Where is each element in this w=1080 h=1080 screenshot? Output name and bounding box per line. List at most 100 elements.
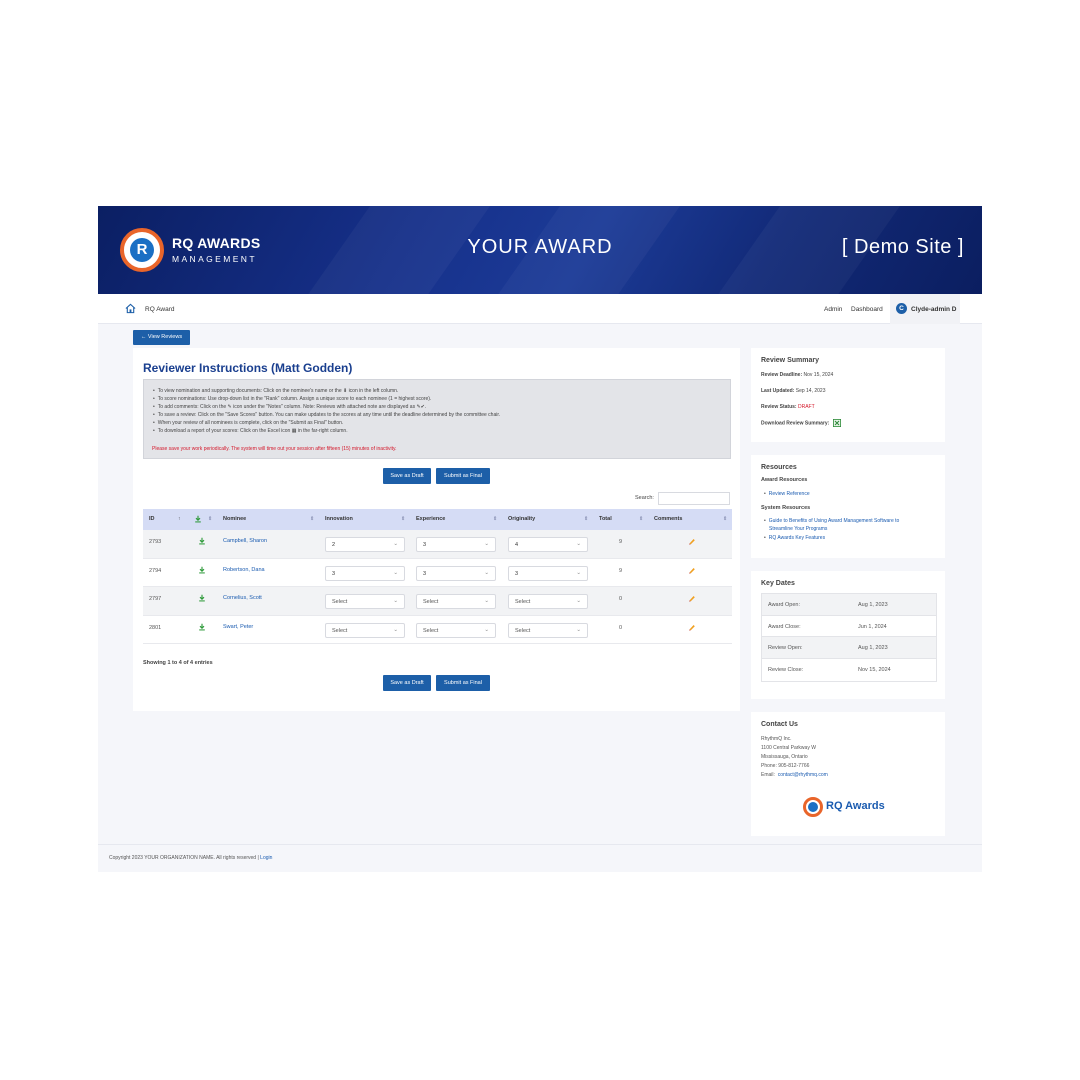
contact-phone: Phone: 905-812-7766 [761,763,810,769]
cell-total: 0 [619,596,623,602]
pencil-icon[interactable] [688,594,696,602]
nominee-link[interactable]: Cornelius, Scott [223,595,262,601]
nav-admin-link[interactable]: Admin [824,306,842,313]
download-icon [195,515,201,523]
column-header-innovation[interactable]: Innovation [325,516,353,522]
sort-icon[interactable]: ⇕ [208,516,212,522]
sort-icon[interactable]: ⇕ [401,516,405,522]
rq-logo-icon [803,797,823,817]
date-row: Review Close: Nov 15, 2024 [762,659,936,681]
column-header-total[interactable]: Total [599,516,612,522]
save-draft-button[interactable]: Save as Draft [383,675,431,691]
date-value: Nov 15, 2024 [858,667,891,674]
contact-company: RhythmQ Inc. [761,736,792,742]
app-window: R RQ AWARDS MANAGEMENT YOUR AWARD [ Demo… [98,206,982,872]
footer-copyright: Copyright 2023 YOUR ORGANIZATION NAME. A… [109,855,272,861]
originality-select[interactable]: Select ⌄ [508,622,588,638]
resources-card: Resources Award Resources Review Referen… [751,455,945,558]
experience-select[interactable]: 3 ⌄ [416,565,496,581]
save-draft-button[interactable]: Save as Draft [383,468,431,484]
instruction-item: To download a report of your scores: Cli… [153,427,500,435]
user-name: Clyde-admin D [911,306,957,313]
sort-icon[interactable]: ⇕ [584,516,588,522]
user-menu[interactable]: C Clyde-admin D [890,294,960,324]
contact-city: Mississauga, Ontario [761,754,808,760]
submit-final-button[interactable]: Submit as Final [436,468,490,484]
column-header-originality[interactable]: Originality [508,516,535,522]
search-label: Search: [635,495,654,501]
download-icon[interactable] [198,537,206,545]
key-features-link[interactable]: RQ Awards Key Features [764,535,825,541]
column-header-id[interactable]: ID [149,516,155,522]
reviews-table: ID ↑ ⇕ Nominee ⇕ Innovation ⇕ Experience… [143,509,732,644]
home-icon[interactable] [125,303,136,314]
review-status: Review Status: DRAFT [761,404,815,410]
download-icon[interactable] [198,623,206,631]
guide-benefits-link[interactable]: Guide to Benefits of Using Award Managem… [764,518,900,524]
sort-icon[interactable]: ⇕ [723,516,727,522]
instruction-item: To add comments: Click on the ✎ icon und… [153,403,500,411]
column-header-comments[interactable]: Comments [654,516,682,522]
pencil-icon[interactable] [688,623,696,631]
card-title: Contact Us [761,721,798,728]
review-reference-link[interactable]: Review Reference [764,491,810,497]
footer: Copyright 2023 YOUR ORGANIZATION NAME. A… [98,844,982,870]
download-label: Download Review Summary: [761,420,830,427]
table-info: Showing 1 to 4 of 4 entries [143,660,213,666]
date-label: Review Close: [768,667,804,674]
nominee-link[interactable]: Robertson, Dana [223,567,265,573]
column-header-experience[interactable]: Experience [416,516,445,522]
breadcrumb[interactable]: RQ Award [145,306,175,313]
innovation-select[interactable]: Select ⌄ [325,594,405,609]
avatar: C [896,303,907,314]
experience-select[interactable]: Select ⌄ [416,622,496,638]
select-placeholder: Select [423,599,439,605]
chevron-down-icon: ⌄ [393,569,398,576]
status-label: Review Status: [761,404,797,410]
sort-icon[interactable]: ⇕ [493,516,497,522]
chevron-down-icon: ⌄ [484,626,489,633]
instruction-item: To save a review: Click on the "Save Sco… [153,411,500,419]
column-header-nominee[interactable]: Nominee [223,516,246,522]
chevron-down-icon: ⌄ [484,541,489,547]
nominee-link[interactable]: Swart, Peter [223,624,253,630]
download-icon[interactable] [198,594,206,602]
nominee-link[interactable]: Campbell, Sharon [223,538,267,544]
guide-benefits-link-continued[interactable]: Streamline Your Programs [769,526,827,532]
innovation-select[interactable]: Select ⌄ [325,622,405,638]
experience-select[interactable]: 3 ⌄ [416,537,496,552]
table-row: 2801 Swart, Peter Select ⌄ Select ⌄ Select… [143,615,732,644]
search-input[interactable] [658,492,730,505]
date-value: Aug 1, 2023 [858,602,888,608]
contact-card: Contact Us RhythmQ Inc. 1100 Central Par… [751,712,945,836]
originality-select[interactable]: Select ⌄ [508,594,588,609]
date-label: Review Open: [768,645,803,652]
sort-icon[interactable]: ⇕ [639,516,643,522]
download-icon[interactable] [198,566,206,574]
nav-dashboard-link[interactable]: Dashboard [851,306,883,313]
card-title: Key Dates [761,580,795,587]
pencil-icon[interactable] [688,566,696,574]
chevron-down-icon: ⌄ [576,569,581,576]
sort-asc-icon[interactable]: ↑ [178,516,181,522]
chevron-down-icon: ⌄ [393,626,398,633]
experience-select[interactable]: Select ⌄ [416,594,496,609]
innovation-select[interactable]: 2 ⌄ [325,537,405,552]
email-link[interactable]: contact@rhythmq.com [778,772,828,778]
select-value: 3 [515,570,519,577]
sort-icon[interactable]: ⇕ [310,516,314,522]
pencil-icon[interactable] [688,537,696,545]
site-label: [ Demo Site ] [841,236,964,258]
submit-final-button[interactable]: Submit as Final [436,675,490,691]
view-reviews-button[interactable]: ← View Reviews [133,330,190,345]
originality-select[interactable]: 3 ⌄ [508,565,588,581]
originality-select[interactable]: 4 ⌄ [508,537,588,552]
excel-icon[interactable] [832,419,841,427]
select-value: 4 [515,542,519,548]
innovation-select[interactable]: 3 ⌄ [325,565,405,581]
last-updated: Last Updated: Sep 14, 2023 [761,388,825,394]
table-header: ID ↑ ⇕ Nominee ⇕ Innovation ⇕ Experience… [143,509,732,530]
login-link[interactable]: Login [260,855,272,861]
select-value: 3 [423,570,427,577]
download-summary: Download Review Summary: [761,419,841,427]
